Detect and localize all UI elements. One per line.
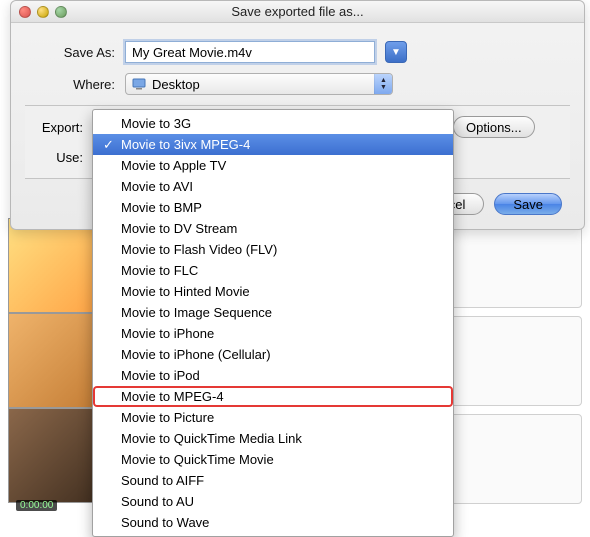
export-menu-item[interactable]: Movie to Image Sequence: [93, 302, 453, 323]
grid-cell: [434, 316, 582, 406]
timestamp-badge: 0:00:00: [16, 500, 57, 511]
export-menu-item[interactable]: Movie to iPhone (Cellular): [93, 344, 453, 365]
export-menu-item[interactable]: Movie to Apple TV: [93, 155, 453, 176]
grid-cell: [434, 414, 582, 504]
desktop-icon: [132, 77, 146, 91]
export-menu-item[interactable]: Movie to iPod: [93, 365, 453, 386]
export-menu-item[interactable]: Sound to AU: [93, 491, 453, 512]
export-menu-item[interactable]: Movie to Picture: [93, 407, 453, 428]
titlebar: Save exported file as...: [11, 1, 584, 23]
where-value: Desktop: [152, 77, 200, 92]
window-title: Save exported file as...: [11, 4, 584, 19]
options-button[interactable]: Options...: [453, 116, 535, 138]
export-menu-item[interactable]: Movie to QuickTime Media Link: [93, 428, 453, 449]
save-as-label: Save As:: [45, 45, 125, 60]
history-dropdown-button[interactable]: ▼: [385, 41, 407, 63]
where-popup[interactable]: Desktop ▲▼: [125, 73, 393, 95]
zoom-icon[interactable]: [55, 6, 67, 18]
export-menu-item[interactable]: Movie to QuickTime Movie: [93, 449, 453, 470]
export-menu-item[interactable]: Movie to Flash Video (FLV): [93, 239, 453, 260]
export-label: Export:: [33, 120, 93, 135]
export-format-menu[interactable]: Movie to 3GMovie to 3ivx MPEG-4Movie to …: [92, 109, 454, 537]
where-label: Where:: [45, 77, 125, 92]
close-icon[interactable]: [19, 6, 31, 18]
export-menu-item[interactable]: Movie to BMP: [93, 197, 453, 218]
filename-input[interactable]: [125, 41, 375, 63]
chevron-down-icon: ▼: [391, 47, 401, 58]
export-menu-item[interactable]: Movie to iPhone: [93, 323, 453, 344]
export-menu-item[interactable]: Movie to 3G: [93, 113, 453, 134]
grid-cell: [434, 218, 582, 308]
export-menu-item[interactable]: Sound to Wave: [93, 512, 453, 533]
export-menu-item[interactable]: Movie to AVI: [93, 176, 453, 197]
window-controls: [11, 6, 67, 18]
export-menu-item[interactable]: Sound to AIFF: [93, 470, 453, 491]
save-button[interactable]: Save: [494, 193, 562, 215]
use-label: Use:: [33, 150, 93, 165]
export-menu-item[interactable]: Movie to Hinted Movie: [93, 281, 453, 302]
minimize-icon[interactable]: [37, 6, 49, 18]
updown-arrows-icon: ▲▼: [374, 74, 392, 94]
export-menu-item[interactable]: Movie to 3ivx MPEG-4: [93, 134, 453, 155]
export-menu-item[interactable]: Movie to MPEG-4: [93, 386, 453, 407]
export-menu-item[interactable]: Movie to DV Stream: [93, 218, 453, 239]
export-menu-item[interactable]: Movie to FLC: [93, 260, 453, 281]
